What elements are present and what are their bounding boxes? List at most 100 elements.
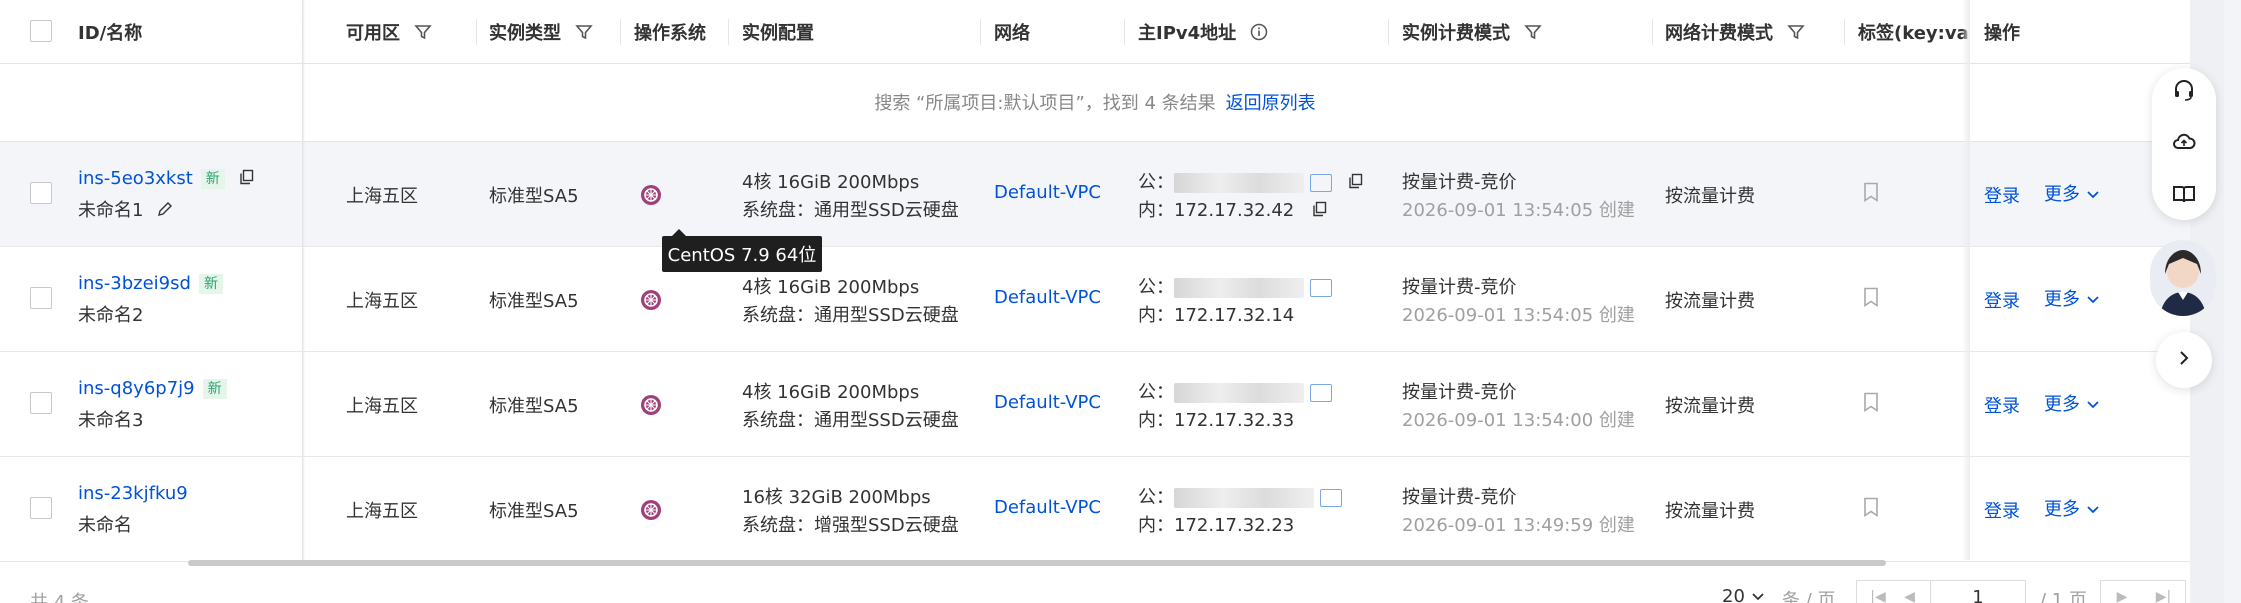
tag-icon[interactable] (1862, 392, 1880, 417)
more-dropdown[interactable]: 更多 (2044, 495, 2100, 521)
row-checkbox[interactable] (30, 182, 52, 204)
copy-icon[interactable] (239, 169, 255, 190)
eip-bind-icon[interactable] (1320, 489, 1342, 507)
private-ip: 内：172.17.32.23 (1138, 515, 1295, 536)
masked-public-ip (1174, 488, 1314, 508)
instance-id-link[interactable]: ins-q8y6p7j9 (78, 378, 195, 399)
eip-bind-icon[interactable] (1310, 279, 1332, 297)
public-ip-label: 公： (1138, 277, 1174, 298)
col-actions: 操作 (1984, 22, 2020, 44)
next-page-icon: ▶ (2116, 589, 2128, 603)
config-spec: 4核 16GiB 200Mbps (742, 277, 920, 298)
chevron-down-icon (2086, 289, 2100, 310)
col-config: 实例配置 (742, 22, 814, 44)
filter-icon[interactable] (1524, 23, 1542, 41)
zone: 上海五区 (346, 396, 418, 417)
instance-name: 未命名3 (78, 410, 144, 431)
copy-icon[interactable] (1312, 201, 1328, 222)
more-dropdown[interactable]: 更多 (2044, 180, 2100, 206)
login-button[interactable]: 登录 (1984, 182, 2020, 208)
floating-toolbar (2152, 68, 2216, 220)
vpc-link[interactable]: Default-VPC (994, 287, 1101, 308)
chevron-down-icon (2086, 184, 2100, 205)
vpc-link[interactable]: Default-VPC (994, 182, 1101, 203)
page-scrollbar[interactable] (2224, 0, 2241, 603)
info-icon[interactable] (1250, 23, 1268, 41)
col-ipv4: 主IPv4地址 (1138, 0, 1268, 63)
public-ip-label: 公： (1138, 382, 1174, 403)
private-ip: 内：172.17.32.42 (1138, 200, 1295, 221)
search-result-notice: 搜索 “所属项目:默认项目”，找到 4 条结果 返回原列表 (0, 63, 2190, 142)
vpc-link[interactable]: Default-VPC (994, 497, 1101, 518)
edit-icon[interactable] (157, 201, 173, 222)
login-button[interactable]: 登录 (1984, 497, 2020, 523)
centos-icon[interactable] (640, 184, 662, 206)
login-button[interactable]: 登录 (1984, 392, 2020, 418)
col-net-billing[interactable]: 网络计费模式 (1665, 0, 1805, 63)
col-id-name[interactable]: ID/名称 (78, 0, 142, 63)
row-checkbox[interactable] (30, 392, 52, 414)
last-page-button[interactable]: ▶| (2142, 580, 2186, 603)
system-disk: 系统盘：增强型SSD云硬盘 (742, 515, 959, 536)
centos-icon[interactable] (640, 289, 662, 311)
public-ip-label: 公： (1138, 487, 1174, 508)
col-network: 网络 (994, 22, 1030, 44)
page-input[interactable]: 1 (1930, 580, 2026, 603)
last-page-icon: ▶| (2155, 589, 2172, 603)
chevron-down-icon (2086, 394, 2100, 415)
cloud-upload-icon[interactable] (2172, 130, 2196, 159)
table-header: ID/名称 可用区 实例类型 操作系统 实例配置 网络 主IPv4地址 实例计费… (0, 0, 2190, 64)
page-size-select[interactable]: 20 (1722, 586, 1765, 603)
row-checkbox[interactable] (30, 287, 52, 309)
filter-icon[interactable] (1787, 23, 1805, 41)
filter-icon[interactable] (414, 23, 432, 41)
page-size-unit: 条 / 页 (1782, 590, 1836, 603)
horizontal-scrollbar[interactable] (188, 560, 1886, 566)
table-row: ins-3bzei9sd 新 未命名2 上海五区 标准型SA5 4核 16GiB … (0, 247, 2190, 352)
eip-bind-icon[interactable] (1310, 174, 1332, 192)
row-checkbox[interactable] (30, 497, 52, 519)
centos-icon[interactable] (640, 499, 662, 521)
next-page-button[interactable]: ▶ (2100, 580, 2144, 603)
system-disk: 系统盘：通用型SSD云硬盘 (742, 410, 959, 431)
eip-bind-icon[interactable] (1310, 384, 1332, 402)
book-icon[interactable] (2172, 182, 2196, 211)
prev-page-button[interactable]: ◀ (1888, 580, 1932, 603)
system-disk: 系统盘：通用型SSD云硬盘 (742, 305, 959, 326)
net-billing-mode: 按流量计费 (1665, 396, 1755, 417)
assistant-avatar[interactable] (2150, 240, 2216, 316)
filter-icon[interactable] (575, 23, 593, 41)
fixed-column-shadow (302, 0, 305, 560)
net-billing-mode: 按流量计费 (1665, 186, 1755, 207)
billing-mode: 按量计费-竞价 (1402, 277, 1517, 298)
instance-id-link[interactable]: ins-5eo3xkst (78, 168, 193, 189)
back-to-list-link[interactable]: 返回原列表 (1226, 89, 1316, 115)
created-time: 2026-09-01 13:54:00 创建 (1402, 410, 1635, 431)
instance-name: 未命名1 (78, 200, 144, 221)
private-ip: 内：172.17.32.14 (1138, 305, 1295, 326)
support-headset-icon[interactable] (2172, 78, 2196, 107)
copy-icon[interactable] (1348, 173, 1364, 194)
col-zone[interactable]: 可用区 (346, 0, 432, 63)
more-dropdown[interactable]: 更多 (2044, 390, 2100, 416)
collapse-toolbar-button[interactable] (2156, 332, 2212, 388)
centos-icon[interactable] (640, 394, 662, 416)
instance-id-link[interactable]: ins-3bzei9sd (78, 273, 191, 294)
more-dropdown[interactable]: 更多 (2044, 285, 2100, 311)
tag-icon[interactable] (1862, 287, 1880, 312)
chevron-down-icon (2086, 499, 2100, 520)
login-button[interactable]: 登录 (1984, 287, 2020, 313)
created-time: 2026-09-01 13:49:59 创建 (1402, 515, 1635, 536)
instance-id-link[interactable]: ins-23kjfku9 (78, 483, 188, 504)
tag-icon[interactable] (1862, 182, 1880, 207)
first-page-icon: |◀ (1870, 589, 1886, 603)
prev-page-icon: ◀ (1904, 589, 1915, 603)
col-billing[interactable]: 实例计费模式 (1402, 0, 1542, 63)
col-instance-type[interactable]: 实例类型 (489, 0, 593, 63)
chevron-down-icon (1751, 586, 1765, 603)
masked-public-ip (1174, 173, 1304, 193)
vpc-link[interactable]: Default-VPC (994, 392, 1101, 413)
select-all-checkbox[interactable] (30, 20, 52, 42)
masked-public-ip (1174, 383, 1304, 403)
tag-icon[interactable] (1862, 497, 1880, 522)
